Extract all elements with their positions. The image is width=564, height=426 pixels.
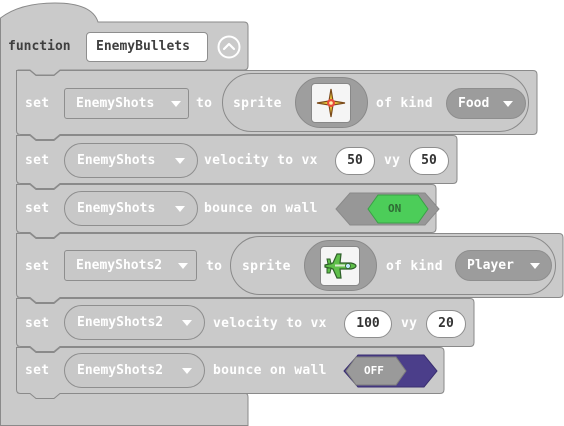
chevron-down-icon — [175, 206, 185, 212]
to-keyword: to — [206, 259, 223, 274]
sparkle-sprite-icon — [316, 88, 346, 118]
variable-dropdown[interactable]: EnemyShots2 — [64, 250, 197, 281]
velocity-keyword: velocity to vx — [204, 153, 318, 168]
set-keyword: set — [25, 259, 50, 274]
variable-name: EnemyShots — [77, 153, 156, 168]
chevron-down-icon — [530, 263, 540, 269]
variable-dropdown[interactable]: EnemyShots — [64, 88, 189, 119]
sprite-image-button[interactable] — [311, 83, 351, 123]
variable-dropdown[interactable]: EnemyShots — [64, 143, 198, 178]
toggle-on-label: ON — [388, 202, 402, 215]
sprite-keyword: sprite — [233, 96, 282, 111]
plane-sprite-icon — [324, 253, 357, 279]
velocity-keyword: velocity to vx — [213, 316, 327, 331]
vy-keyword: vy — [384, 153, 401, 168]
vy-input[interactable]: 50 — [409, 147, 449, 175]
chevron-down-icon — [175, 158, 185, 164]
vy-keyword: vy — [401, 316, 418, 331]
chevron-down-icon — [182, 368, 192, 374]
of-kind-keyword: of kind — [376, 96, 433, 111]
kind-name: Food — [458, 96, 490, 111]
to-keyword: to — [196, 96, 213, 111]
of-kind-keyword: of kind — [386, 259, 443, 274]
toggle-off[interactable] — [343, 354, 438, 388]
variable-name: EnemyShots2 — [77, 315, 164, 330]
chevron-down-icon — [178, 263, 188, 269]
bounce-keyword: bounce on wall — [204, 201, 318, 216]
variable-dropdown[interactable]: EnemyShots — [64, 191, 198, 226]
variable-dropdown[interactable]: EnemyShots2 — [64, 305, 205, 340]
set-keyword: set — [25, 316, 50, 331]
function-name: EnemyBullets — [96, 39, 190, 54]
set-keyword: set — [25, 201, 50, 216]
vx-input[interactable]: 50 — [335, 147, 375, 175]
kind-name: Player — [467, 258, 514, 273]
function-keyword: function — [8, 39, 71, 54]
function-name-field[interactable]: EnemyBullets — [86, 32, 208, 62]
vy-input[interactable]: 20 — [426, 310, 466, 338]
variable-name: EnemyShots2 — [77, 363, 164, 378]
kind-dropdown[interactable]: Food — [446, 88, 526, 119]
chevron-up-circle-icon[interactable] — [217, 35, 241, 59]
variable-name: EnemyShots — [77, 201, 156, 216]
variable-dropdown[interactable]: EnemyShots2 — [64, 353, 205, 388]
sprite-keyword: sprite — [242, 259, 291, 274]
toggle-off-label: OFF — [364, 364, 384, 377]
vx-input[interactable]: 100 — [344, 310, 392, 338]
chevron-down-icon — [182, 320, 192, 326]
sprite-image-button[interactable] — [320, 246, 360, 286]
set-keyword: set — [25, 96, 50, 111]
chevron-down-icon — [171, 101, 181, 107]
set-keyword: set — [25, 153, 50, 168]
chevron-down-icon — [503, 101, 513, 107]
kind-dropdown[interactable]: Player — [455, 250, 552, 281]
bounce-keyword: bounce on wall — [213, 363, 327, 378]
variable-name: EnemyShots — [76, 96, 155, 111]
variable-name: EnemyShots2 — [76, 258, 163, 273]
set-keyword: set — [25, 363, 50, 378]
